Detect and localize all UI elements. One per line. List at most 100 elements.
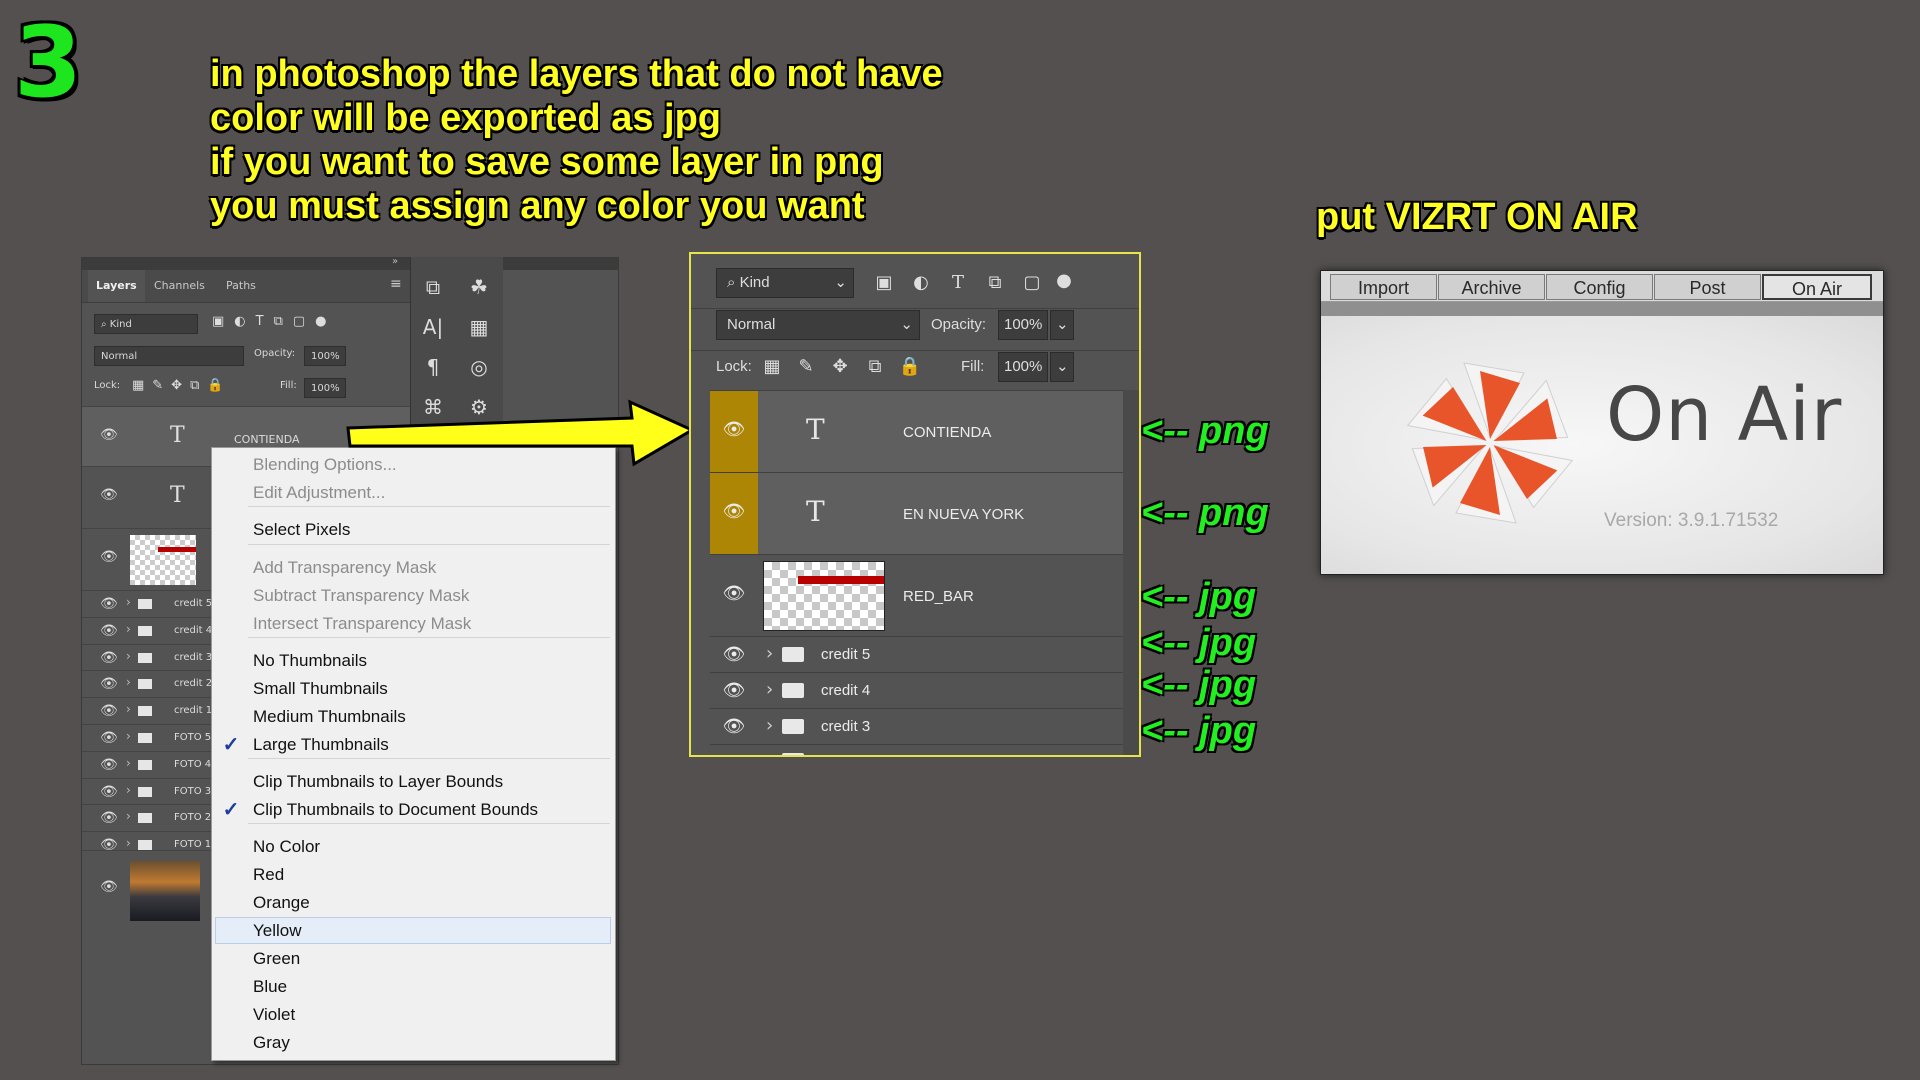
tab-layers[interactable]: Layers (88, 270, 145, 302)
adjustment-filter-icon[interactable]: ◐ (907, 268, 935, 298)
expand-chevron-icon[interactable]: › (126, 729, 131, 743)
tab-archive[interactable]: Archive (1438, 274, 1545, 300)
eye-icon[interactable]: 👁 (100, 703, 118, 719)
menu-item[interactable]: Red (253, 862, 284, 888)
clone-source-icon[interactable]: ⧉ (411, 275, 455, 315)
menu-item[interactable]: Large Thumbnails (253, 732, 389, 758)
opacity-dropdown[interactable]: ⌄ (1050, 310, 1074, 340)
scrollbar[interactable] (1123, 390, 1139, 755)
type-filter-icon[interactable]: T (944, 268, 972, 298)
menu-item[interactable]: Medium Thumbnails (253, 704, 406, 730)
tab-import[interactable]: Import (1330, 274, 1437, 300)
expand-chevron-icon[interactable]: › (126, 783, 131, 797)
menu-item[interactable]: Blue (253, 974, 287, 1000)
expand-chevron-icon[interactable]: › (126, 595, 131, 609)
lock-paint-icon[interactable]: ✎ (792, 352, 820, 382)
expand-chevron-icon[interactable]: › (126, 836, 131, 850)
eye-icon[interactable]: 👁 (710, 716, 758, 737)
menu-separator (248, 506, 610, 507)
eye-icon[interactable]: 👁 (710, 501, 758, 522)
menu-item[interactable]: No Color (253, 834, 320, 860)
expand-chevron-icon[interactable]: › (126, 649, 131, 663)
layer-row-credit-4[interactable]: 👁 › credit 4 (710, 672, 1123, 708)
expand-chevron-icon[interactable]: › (766, 715, 773, 736)
grid-icon[interactable]: ▦ (457, 315, 501, 355)
layer-row-partial[interactable] (710, 744, 1123, 755)
expand-chevron-icon[interactable]: › (126, 675, 131, 689)
eye-icon[interactable]: 👁 (100, 879, 118, 895)
blend-mode-select[interactable]: Normal ⌄ (716, 310, 920, 340)
fill-field[interactable]: 100% (304, 378, 346, 398)
folder-layer-name: FOTO 3 (174, 785, 212, 797)
menu-item[interactable]: Gray (253, 1030, 290, 1056)
eye-icon[interactable]: 👁 (710, 644, 758, 665)
eye-icon[interactable]: 👁 (710, 419, 758, 440)
expand-chevron-icon[interactable]: › (126, 622, 131, 636)
expand-chevron-icon[interactable]: › (766, 643, 773, 664)
eye-icon[interactable]: 👁 (710, 680, 758, 701)
smartobject-filter-icon[interactable]: ▢ (1018, 268, 1046, 298)
character-icon[interactable]: A| (411, 315, 455, 355)
expand-chevron-icon[interactable]: › (126, 702, 131, 716)
eye-icon[interactable]: 👁 (100, 730, 118, 746)
layer-row-credit-3[interactable]: 👁 › credit 3 (710, 708, 1123, 744)
menu-item[interactable]: Green (253, 946, 300, 972)
expand-chevron-icon[interactable]: › (126, 809, 131, 823)
tab-on-air[interactable]: On Air (1762, 274, 1872, 300)
opacity-field[interactable]: 100% (998, 310, 1048, 340)
layer-row-credit-5[interactable]: 👁 › credit 5 (710, 636, 1123, 672)
folder-layer-name: FOTO 1 (174, 839, 212, 851)
eye-icon[interactable]: 👁 (710, 583, 758, 604)
panel-menu-icon[interactable]: ≡ (390, 276, 402, 292)
eye-icon[interactable]: 👁 (100, 676, 118, 692)
filter-icons[interactable]: ▣◐T⧉▢● (212, 314, 336, 329)
layer-row-red-bar[interactable]: 👁 RED_BAR (710, 554, 1123, 636)
menu-item[interactable]: No Thumbnails (253, 648, 367, 674)
eye-icon[interactable]: 👁 (100, 549, 118, 565)
lock-transparent-icon[interactable]: ▦ (758, 352, 786, 382)
lock-move-icon[interactable]: ✥ (826, 352, 854, 382)
menu-item[interactable]: Violet (253, 1002, 295, 1028)
cc-libraries-icon[interactable]: ◎ (457, 355, 501, 395)
menu-item[interactable]: Clip Thumbnails to Layer Bounds (253, 769, 503, 795)
layer-row-en-nueva-york[interactable]: 👁 T EN NUEVA YORK (710, 472, 1123, 554)
fill-field[interactable]: 100% (998, 352, 1048, 382)
menu-item[interactable]: Orange (253, 890, 310, 916)
blend-mode-value: Normal (727, 316, 776, 333)
blend-mode-select[interactable]: Normal (94, 346, 244, 366)
menu-item[interactable]: Select Pixels (253, 517, 350, 543)
paragraph-icon[interactable]: ¶ (411, 355, 455, 395)
image-filter-icon[interactable]: ▣ (870, 268, 898, 298)
lock-all-icon[interactable]: 🔒 (896, 352, 924, 382)
layer-row-contienda[interactable]: 👁 T CONTIENDA (710, 390, 1123, 472)
tab-post[interactable]: Post (1654, 274, 1761, 300)
eye-icon[interactable]: 👁 (100, 596, 118, 612)
fill-dropdown[interactable]: ⌄ (1050, 352, 1074, 382)
filter-kind-select[interactable]: ⌕ Kind ⌄ (716, 268, 854, 298)
menu-item[interactable]: Small Thumbnails (253, 676, 388, 702)
onair-header-strip (1321, 302, 1883, 316)
collapse-chevrons-icon[interactable]: » (392, 258, 398, 267)
eye-icon[interactable]: 👁 (100, 623, 118, 639)
eye-icon[interactable]: 👁 (100, 487, 118, 503)
filter-toggle-icon[interactable]: ● (1050, 266, 1078, 296)
menu-item[interactable]: Clip Thumbnails to Document Bounds (253, 797, 538, 823)
menu-item[interactable]: Yellow (253, 918, 302, 944)
styles-icon[interactable]: ☘ (457, 275, 501, 315)
onair-title: On Air (1606, 372, 1843, 458)
lock-icons[interactable]: ▦✎✥⧉🔒 (132, 378, 232, 393)
eye-icon[interactable]: 👁 (100, 757, 118, 773)
expand-chevron-icon[interactable]: › (766, 679, 773, 700)
tab-config[interactable]: Config (1546, 274, 1653, 300)
tab-paths[interactable]: Paths (218, 270, 264, 302)
opacity-field[interactable]: 100% (304, 346, 346, 366)
tab-channels[interactable]: Channels (146, 270, 213, 302)
shape-filter-icon[interactable]: ⧉ (981, 268, 1009, 298)
eye-icon[interactable]: 👁 (100, 784, 118, 800)
menu-item: Edit Adjustment... (253, 483, 386, 502)
eye-icon[interactable]: 👁 (100, 650, 118, 666)
expand-chevron-icon[interactable]: › (126, 756, 131, 770)
lock-artboard-icon[interactable]: ⧉ (861, 352, 889, 382)
filter-kind-select[interactable]: ⌕ Kind (94, 314, 198, 334)
eye-icon[interactable]: 👁 (100, 810, 118, 826)
